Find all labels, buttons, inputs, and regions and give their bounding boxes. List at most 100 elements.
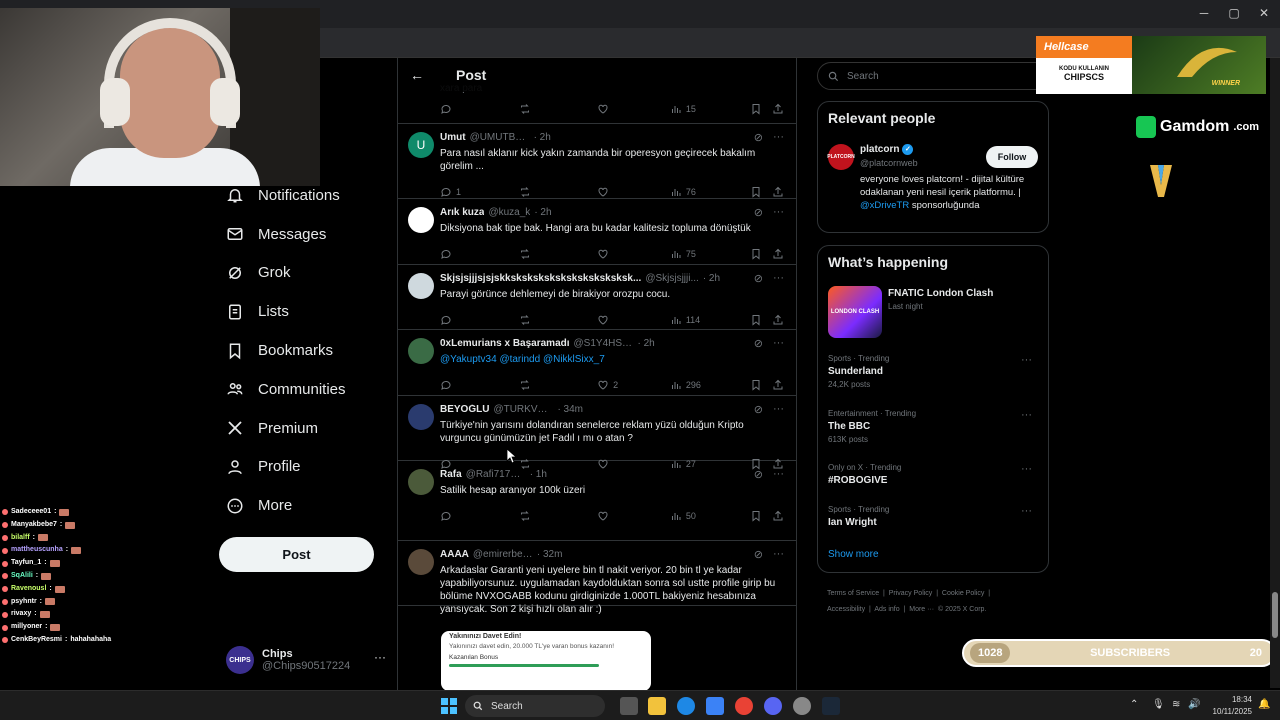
maximize-button[interactable]: ▢ [1226, 6, 1242, 20]
retweet-action[interactable] [519, 379, 598, 391]
more-dots-icon[interactable]: ··· [773, 206, 784, 219]
more-dots-icon[interactable]: ··· [1021, 505, 1032, 517]
grok-icon[interactable]: ⊘ [754, 272, 763, 285]
account-switcher[interactable]: CHIPS Chips @Chips90517224 ··· [226, 642, 396, 678]
views-action[interactable]: 15 [670, 103, 751, 115]
like-action[interactable] [597, 314, 670, 326]
reply-item[interactable]: BEYOĞLU @TURKVEKILI · 34m ⊘ ··· Türkiye'… [398, 396, 796, 470]
reply-author-name[interactable]: AAAA [440, 549, 469, 563]
trend-item[interactable]: Sports · Trending Ian Wright ··· [828, 505, 1040, 528]
reply-author-name[interactable]: BEYOĞLU [440, 404, 489, 418]
app-icon[interactable] [793, 697, 811, 715]
grok-icon[interactable]: ⊘ [754, 468, 763, 481]
file-explorer-icon[interactable] [648, 697, 666, 715]
sidebar-item-bookmarks[interactable]: Bookmarks [218, 331, 388, 370]
share-action[interactable] [772, 248, 784, 260]
sidebar-item-profile[interactable]: Profile [218, 448, 388, 487]
more-dots-icon[interactable]: ··· [773, 337, 784, 350]
avatar[interactable] [408, 469, 434, 495]
like-action[interactable] [597, 510, 670, 522]
reply-item[interactable]: Skjsjsjjjsjsjskksksksksksksksksksksksk..… [398, 265, 796, 330]
bio-link[interactable]: @xDriveTR [860, 200, 909, 211]
person-name[interactable]: platcorn ✓ [860, 144, 914, 155]
retweet-action[interactable] [519, 186, 598, 198]
bookmark-action[interactable] [750, 510, 772, 522]
more-dots-icon[interactable]: ··· [773, 272, 784, 285]
avatar[interactable] [408, 338, 434, 364]
scrollbar-thumb[interactable] [1272, 592, 1278, 638]
footer-link[interactable]: Cookie Policy [942, 590, 984, 597]
reply-author-name[interactable]: 0xLemurians x Başaramadı [440, 338, 570, 352]
share-action[interactable] [772, 103, 784, 115]
reply-action[interactable] [440, 379, 519, 391]
share-action[interactable] [772, 379, 784, 391]
sidebar-item-premium[interactable]: Premium [218, 409, 388, 448]
bookmark-action[interactable] [750, 186, 772, 198]
sidebar-item-lists[interactable]: Lists [218, 292, 388, 331]
footer-link[interactable]: Accessibility [827, 606, 865, 613]
views-action[interactable]: 296 [670, 379, 751, 391]
event-name[interactable]: FNATIC London Clash [888, 288, 993, 299]
sidebar-item-notifications[interactable]: Notifications [218, 176, 388, 215]
like-action[interactable]: 2 [597, 379, 670, 391]
event-thumbnail[interactable]: LONDON CLASH [828, 286, 882, 338]
trend-item[interactable]: Sports · Trending Sunderland 24,2K posts… [828, 354, 1040, 389]
avatar[interactable] [408, 549, 434, 575]
sidebar-item-more[interactable]: More [218, 486, 388, 525]
reply-item[interactable]: Arık kuza @kuza_k · 2h ⊘ ··· Diksiyona b… [398, 199, 796, 265]
views-action[interactable]: 76 [670, 186, 751, 198]
minimize-button[interactable]: ─ [1196, 6, 1212, 20]
reply-action[interactable] [440, 103, 519, 115]
share-action[interactable] [772, 186, 784, 198]
wifi-icon[interactable]: ≋ [1172, 699, 1180, 710]
more-dots-icon[interactable]: ··· [773, 468, 784, 481]
grok-icon[interactable]: ⊘ [754, 131, 763, 144]
microphone-icon[interactable]: 🎙 [1152, 699, 1165, 710]
like-action[interactable] [597, 103, 670, 115]
reply-action[interactable] [440, 314, 519, 326]
grok-icon[interactable]: ⊘ [754, 403, 763, 416]
reply-item[interactable]: AAAA @emirerbeden0 · 32m ⊘ ··· Arkadasla… [398, 541, 796, 615]
reply-author-name[interactable]: Skjsjsjjjsjsjskksksksksksksksksksksksk..… [440, 273, 641, 287]
search-input[interactable]: Search [817, 62, 1049, 90]
back-arrow-icon[interactable]: ← [410, 67, 424, 83]
tray-chevron-icon[interactable]: ⌃ [1130, 699, 1138, 710]
footer-link[interactable]: More ··· [909, 606, 934, 613]
store-icon[interactable] [706, 697, 724, 715]
reply-author-name[interactable]: Umut [440, 132, 466, 146]
more-dots-icon[interactable]: ··· [773, 548, 784, 561]
bookmark-action[interactable] [750, 314, 772, 326]
reply-item[interactable]: U Umut @UMUTBLK4 · 2h ⊘ ··· Para nasıl a… [398, 124, 796, 199]
like-action[interactable] [597, 248, 670, 260]
task-view-icon[interactable] [620, 697, 638, 715]
follow-button[interactable]: Follow [986, 146, 1038, 168]
grok-icon[interactable]: ⊘ [754, 206, 763, 219]
embedded-image[interactable]: Yakınınızı Davet Edin! Yakınınızı davet … [441, 631, 651, 690]
retweet-action[interactable] [519, 510, 598, 522]
more-dots-icon[interactable]: ··· [1021, 409, 1032, 421]
notification-icon[interactable]: 🔔 [1258, 699, 1270, 710]
more-dots-icon[interactable]: ··· [1021, 354, 1032, 366]
sidebar-item-grok[interactable]: Grok [218, 254, 388, 293]
post-button[interactable]: Post [219, 537, 374, 572]
avatar[interactable] [408, 404, 434, 430]
reply-action[interactable]: 1 [440, 186, 519, 198]
show-more-link[interactable]: Show more [828, 549, 879, 560]
reply-action[interactable] [440, 510, 519, 522]
more-dots-icon[interactable]: ··· [773, 403, 784, 416]
reply-author-name[interactable]: Arık kuza [440, 207, 484, 221]
reply-item[interactable]: Rafa @Rafi71749885 · 1h ⊘ ··· Satilik he… [398, 461, 796, 541]
trend-item[interactable]: Entertainment · Trending The BBC 613K po… [828, 409, 1040, 444]
bookmark-action[interactable] [750, 103, 772, 115]
share-action[interactable] [772, 314, 784, 326]
sidebar-item-communities[interactable]: Communities [218, 370, 388, 409]
retweet-action[interactable] [519, 248, 598, 260]
reply-action[interactable] [440, 248, 519, 260]
avatar[interactable] [408, 207, 434, 233]
footer-link[interactable]: Terms of Service [827, 590, 879, 597]
footer-link[interactable]: Privacy Policy [889, 590, 933, 597]
bookmark-action[interactable] [750, 248, 772, 260]
close-button[interactable]: ✕ [1256, 6, 1272, 20]
windows-start-icon[interactable] [440, 697, 458, 715]
more-dots-icon[interactable]: ··· [1021, 463, 1032, 475]
